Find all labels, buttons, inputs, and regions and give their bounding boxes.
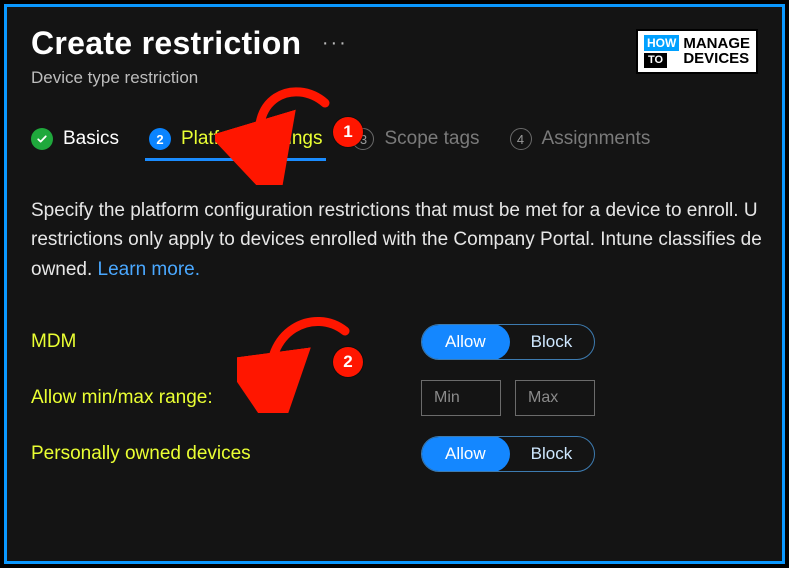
toggle-personal[interactable]: Allow Block xyxy=(421,436,595,472)
platform-settings-form: MDM Allow Block Allow min/max range: Per… xyxy=(7,284,782,482)
toggle-mdm[interactable]: Allow Block xyxy=(421,324,595,360)
row-range: Allow min/max range: xyxy=(31,370,758,426)
row-mdm: MDM Allow Block xyxy=(31,314,758,370)
more-icon[interactable]: ··· xyxy=(322,32,348,55)
annotation-badge: 2 xyxy=(333,347,363,377)
annotation-badge: 1 xyxy=(333,117,363,147)
range-input-group xyxy=(421,380,595,416)
desc-line: restrictions only apply to devices enrol… xyxy=(31,229,762,250)
row-personal: Personally owned devices Allow Block xyxy=(31,426,758,482)
tab-basics[interactable]: Basics xyxy=(31,128,119,160)
tab-label: Scope tags xyxy=(384,128,479,150)
toggle-option-allow[interactable]: Allow xyxy=(421,324,510,360)
tab-platform-settings[interactable]: 2 Platform settings xyxy=(149,128,323,160)
step-number-icon: 2 xyxy=(149,128,171,150)
learn-more-link[interactable]: Learn more. xyxy=(98,259,200,280)
tab-scope-tags[interactable]: 3 Scope tags xyxy=(352,128,479,160)
tab-assignments[interactable]: 4 Assignments xyxy=(510,128,651,160)
step-number-icon: 4 xyxy=(510,128,532,150)
watermark-logo: HOW TO MANAGE DEVICES xyxy=(636,29,758,74)
tab-label: Assignments xyxy=(542,128,651,150)
toggle-option-block[interactable]: Block xyxy=(509,437,595,471)
max-input[interactable] xyxy=(515,380,595,416)
toggle-option-block[interactable]: Block xyxy=(509,325,595,359)
tab-label: Basics xyxy=(63,128,119,150)
label-range: Allow min/max range: xyxy=(31,387,421,409)
tab-label: Platform settings xyxy=(181,128,323,150)
wm-to: TO xyxy=(644,53,667,68)
check-icon xyxy=(31,128,53,150)
wm-text: MANAGE DEVICES xyxy=(683,37,750,66)
desc-line: Specify the platform configuration restr… xyxy=(31,200,758,221)
wm-how: HOW xyxy=(644,35,679,51)
description-text: Specify the platform configuration restr… xyxy=(7,160,782,284)
desc-line: owned. xyxy=(31,259,98,280)
wizard-tabs: Basics 2 Platform settings 3 Scope tags … xyxy=(7,94,782,160)
min-input[interactable] xyxy=(421,380,501,416)
window-frame: Create restriction ··· Device type restr… xyxy=(4,4,785,564)
label-personal: Personally owned devices xyxy=(31,443,421,465)
toggle-option-allow[interactable]: Allow xyxy=(421,436,510,472)
label-mdm: MDM xyxy=(31,331,421,353)
page-title: Create restriction xyxy=(31,25,301,62)
